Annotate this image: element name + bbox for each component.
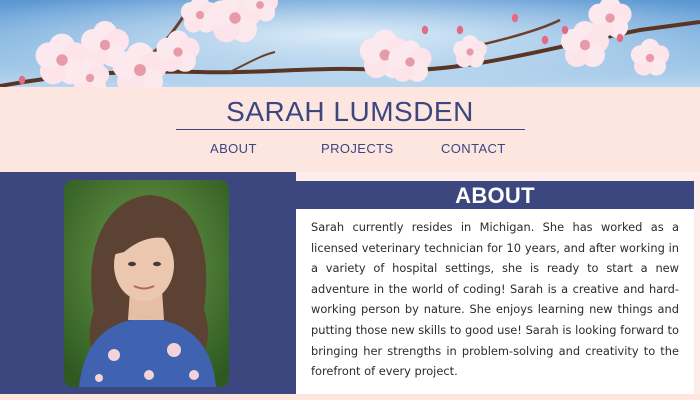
photo-panel (0, 172, 296, 394)
site-header: SARAH LUMSDEN ABOUT PROJECTS CONTACT (0, 87, 700, 172)
about-body: Sarah currently resides in Michigan. She… (296, 209, 694, 394)
nav-link-projects[interactable]: PROJECTS (321, 141, 394, 156)
about-panel: ABOUT Sarah currently resides in Michiga… (296, 172, 700, 394)
nav-link-contact[interactable]: CONTACT (441, 141, 506, 156)
main-nav: ABOUT PROJECTS CONTACT (0, 141, 700, 159)
about-heading: ABOUT (455, 183, 535, 208)
profile-photo (64, 180, 229, 387)
nav-link-about[interactable]: ABOUT (210, 141, 257, 156)
about-heading-bar: ABOUT (296, 181, 694, 209)
site-title: SARAH LUMSDEN (226, 96, 474, 127)
footer-strip (0, 394, 700, 400)
about-description: Sarah currently resides in Michigan. She… (311, 220, 679, 379)
about-section: ABOUT Sarah currently resides in Michiga… (0, 172, 700, 394)
cherry-blossom-branch-image (0, 0, 700, 87)
cherry-blossom-banner (0, 0, 700, 87)
title-divider (176, 129, 525, 130)
